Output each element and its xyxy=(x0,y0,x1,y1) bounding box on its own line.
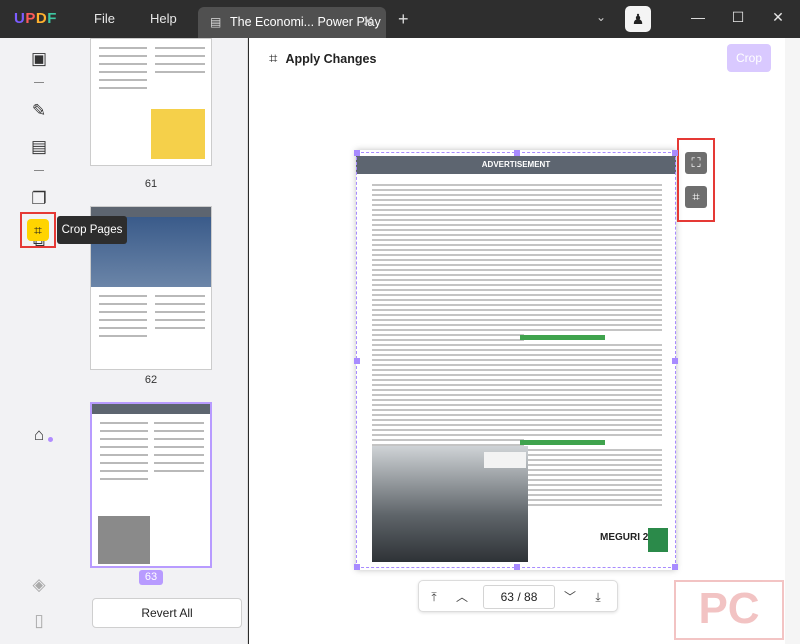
window-close-icon[interactable]: ✕ xyxy=(770,9,786,26)
edit-icon[interactable]: ▤ xyxy=(26,134,52,160)
crop-tools-highlight: ⛶ ⌗ xyxy=(677,138,715,222)
thumbnail-panel[interactable]: 61 62 63 Revert All xyxy=(78,38,248,644)
new-tab-icon[interactable]: + xyxy=(398,9,409,30)
minimize-icon[interactable]: — xyxy=(690,9,706,25)
notification-dot xyxy=(48,437,53,442)
thumbnail-label: 61 xyxy=(144,178,158,190)
apply-changes-label: Apply Changes xyxy=(285,52,377,66)
title-bar: UPDF File Help ▤ The Economi... Power Pl… xyxy=(0,0,800,38)
crop-handle-bottom-right[interactable] xyxy=(672,564,678,570)
apply-changes-button[interactable]: ⌗ Apply Changes xyxy=(269,50,376,67)
comment-icon[interactable]: ✎ xyxy=(26,98,52,124)
next-page-icon[interactable]: ﹀ xyxy=(561,588,579,606)
thumbnail-page-63[interactable] xyxy=(90,402,212,568)
chevron-down-icon[interactable]: ⌄ xyxy=(596,10,606,24)
thumbnail-page-61[interactable] xyxy=(90,38,212,166)
bookmark-icon[interactable]: ▯ xyxy=(26,608,52,634)
thumbnail-label: 62 xyxy=(144,374,158,386)
crop-box[interactable] xyxy=(354,150,678,570)
crop-handle-right[interactable] xyxy=(672,358,678,364)
crop-handle-top[interactable] xyxy=(514,150,520,156)
crop-handle-left[interactable] xyxy=(354,358,360,364)
vertical-scrollbar[interactable] xyxy=(785,38,800,644)
previous-page-icon[interactable]: ︿ xyxy=(453,588,471,606)
gift-icon[interactable]: ⌂ xyxy=(26,422,52,448)
first-page-icon[interactable]: ⤒ xyxy=(425,588,443,606)
reader-icon[interactable]: ▣ xyxy=(26,46,52,72)
crop-handle-top-right[interactable] xyxy=(672,150,678,156)
auto-crop-icon[interactable]: ⛶ xyxy=(685,152,707,174)
tab-title: The Economi... Power Play xyxy=(230,15,381,29)
revert-all-button[interactable]: Revert All xyxy=(92,598,242,628)
menu-help[interactable]: Help xyxy=(150,11,177,26)
layers-icon[interactable]: ◈ xyxy=(26,572,52,598)
thumbnail-label-selected: 63 xyxy=(139,570,163,585)
page-number-input[interactable]: 63 / 88 xyxy=(483,585,555,609)
total-pages: 88 xyxy=(524,590,538,604)
crop-handle-bottom[interactable] xyxy=(514,564,520,570)
crop-margins-icon[interactable]: ⌗ xyxy=(685,186,707,208)
crop-handle-top-left[interactable] xyxy=(354,150,360,156)
crop-button[interactable]: Crop xyxy=(727,44,771,72)
crop-apply-icon: ⌗ xyxy=(269,50,278,67)
maximize-icon[interactable]: ☐ xyxy=(730,9,746,26)
organize-pages-icon[interactable]: ❐ xyxy=(26,186,52,212)
document-tab[interactable]: ▤ The Economi... Power Play ✕ xyxy=(198,7,386,38)
rail-divider xyxy=(34,82,44,83)
page-separator: / xyxy=(517,590,521,604)
menu-file[interactable]: File xyxy=(94,11,115,26)
last-page-icon[interactable]: ⤓ xyxy=(589,588,607,606)
crop-pages-icon[interactable]: ⌗ xyxy=(27,219,49,241)
crop-handle-bottom-left[interactable] xyxy=(354,564,360,570)
app-logo: UPDF xyxy=(14,10,57,27)
crop-pages-tooltip: Crop Pages xyxy=(57,216,127,244)
current-page: 63 xyxy=(500,590,514,604)
page-navigation: ⤒ ︿ 63 / 88 ﹀ ⤓ xyxy=(418,580,618,612)
rail-divider xyxy=(34,170,44,171)
document-icon: ▤ xyxy=(210,15,222,29)
avatar[interactable]: ♟ xyxy=(625,6,651,32)
watermark: PC xyxy=(674,580,784,640)
tool-rail: ▣ ✎ ▤ ❐ ⧉ ⌂ ◈ ▯ xyxy=(0,38,78,644)
close-icon[interactable]: ✕ xyxy=(362,13,374,30)
